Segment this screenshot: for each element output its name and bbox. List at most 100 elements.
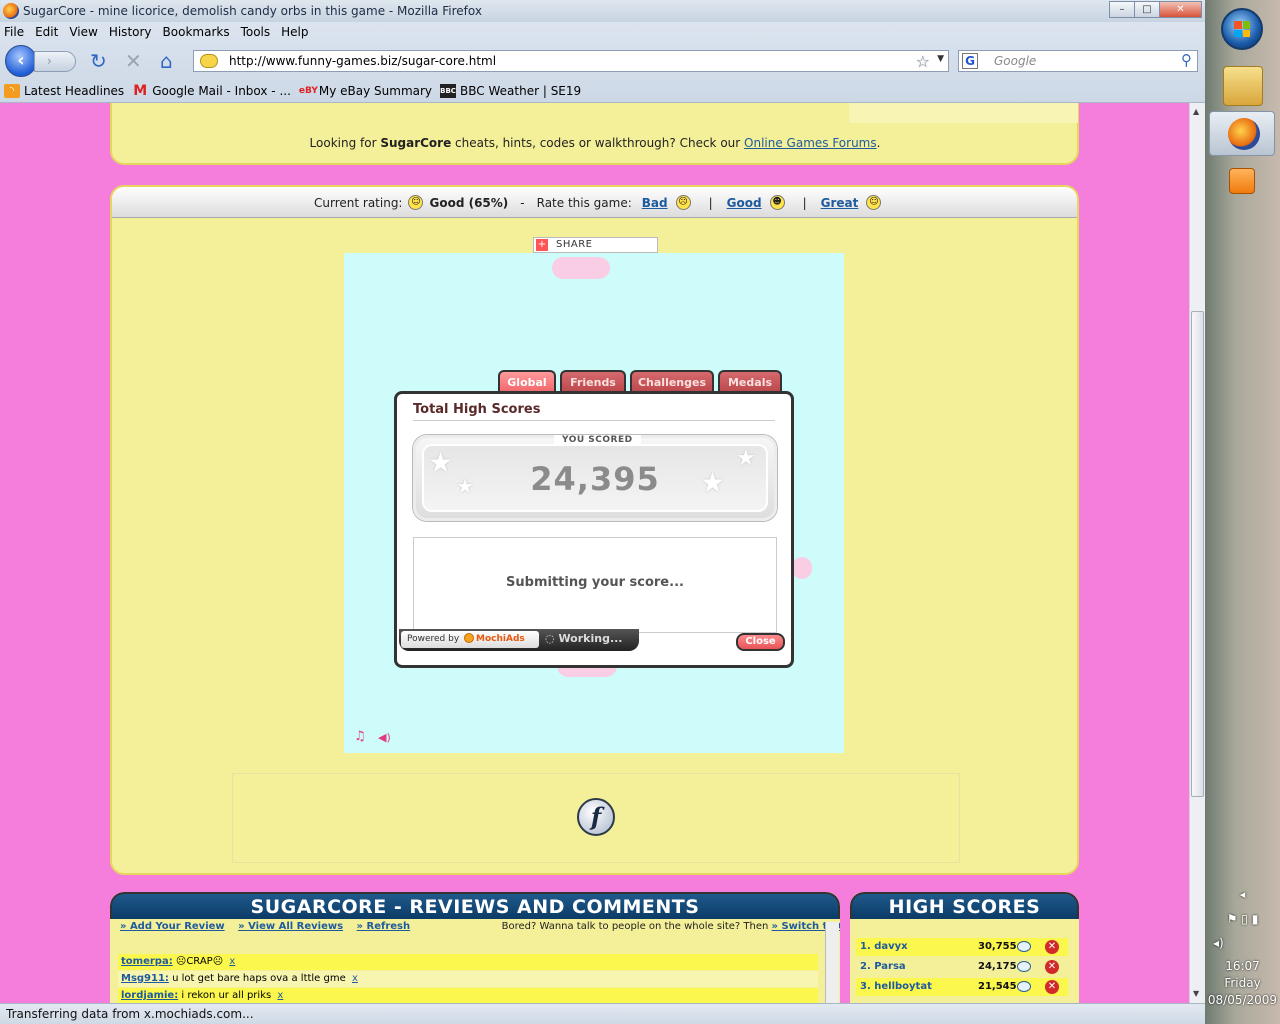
search-input[interactable]: Google [994, 54, 1036, 68]
powered-by-mochiads[interactable]: Powered by MochiAds [401, 631, 539, 648]
bookmark-bbc-weather[interactable]: BBC BBC Weather | SE19 [440, 84, 581, 98]
happy-face-icon[interactable]: ☺ [866, 195, 882, 210]
add-review-link[interactable]: » Add Your Review [120, 921, 225, 932]
player-score: 21,545 [978, 981, 1017, 992]
sad-face-icon[interactable]: ☹ [675, 195, 691, 210]
comment-delete-link[interactable]: x [277, 990, 283, 1001]
flash-player-icon[interactable]: f [577, 798, 615, 836]
back-button[interactable]: ‹ [5, 45, 37, 77]
explorer-taskbar-icon[interactable] [1223, 66, 1263, 106]
view-all-reviews-link[interactable]: » View All Reviews [238, 921, 343, 932]
search-icon[interactable]: ⚲ [1181, 51, 1192, 69]
player-name[interactable]: 1. davyx [860, 938, 908, 956]
google-engine-icon[interactable]: G [962, 53, 978, 69]
share-button[interactable]: + SHARE [533, 237, 658, 253]
delete-icon[interactable]: ✕ [1045, 960, 1059, 974]
clock-day[interactable]: Friday [1205, 976, 1280, 990]
start-button[interactable] [1221, 8, 1263, 50]
player-name[interactable]: 2. Parsa [860, 958, 906, 976]
working-label: Working... [558, 632, 623, 645]
minimize-button[interactable]: – [1109, 1, 1135, 18]
rate-bad-link[interactable]: Bad [642, 196, 668, 210]
media-player-taskbar-icon[interactable] [1229, 168, 1255, 194]
delete-icon[interactable]: ✕ [1045, 940, 1059, 954]
scroll-up-arrow-icon[interactable]: ▲ [1193, 107, 1199, 116]
comment-user[interactable]: lordjamie: [121, 990, 178, 1001]
bookmark-latest-headlines[interactable]: ◝ Latest Headlines [4, 84, 124, 98]
refresh-link[interactable]: » Refresh [357, 921, 411, 932]
menu-bookmarks[interactable]: Bookmarks [163, 22, 230, 42]
comment-delete-link[interactable]: x [352, 973, 358, 984]
forums-prefix: Looking for [309, 136, 381, 150]
comments-scrollbar[interactable] [825, 922, 839, 1003]
bookmark-ebay-summary[interactable]: eBY My eBay Summary [299, 84, 432, 98]
clock-date[interactable]: 08/05/2009 [1205, 993, 1280, 1007]
submit-status-box: Submitting your score... [413, 537, 777, 633]
view-icon[interactable] [1017, 981, 1031, 992]
scrollbar-thumb[interactable] [1191, 311, 1204, 797]
cool-face-icon[interactable]: ☻ [769, 195, 785, 210]
forums-suffix: . [876, 136, 881, 150]
gmail-icon: M [133, 83, 148, 99]
url-text[interactable]: http://www.funny-games.biz/sugar-core.ht… [229, 54, 496, 68]
bookmark-google-mail[interactable]: M Google Mail - Inbox - ... [132, 84, 291, 98]
page-scrollbar[interactable]: ▲ ▼ [1189, 103, 1205, 1003]
you-scored-label: YOU SCORED [554, 435, 641, 445]
menu-file[interactable]: File [4, 22, 24, 42]
volume-icon[interactable]: ◂) [1205, 936, 1280, 950]
bookmarks-toolbar: ◝ Latest Headlines M Google Mail - Inbox… [0, 80, 1205, 102]
comment-user[interactable]: tomerpa: [121, 956, 173, 967]
search-box[interactable]: G Google ⚲ [958, 50, 1198, 72]
cloud-decoration [552, 257, 610, 279]
comment-delete-link[interactable]: x [229, 956, 235, 967]
music-toggle-icon[interactable]: ♫ [354, 729, 366, 744]
menu-view[interactable]: View [69, 22, 97, 42]
ebay-icon: eBY [298, 86, 318, 96]
submitting-message: Submitting your score... [506, 575, 684, 590]
comment-row: lordjamie: i rekon ur all priks x [118, 988, 818, 1003]
bookmark-label: My eBay Summary [318, 84, 433, 98]
view-icon[interactable] [1017, 941, 1031, 952]
sound-toggle-icon[interactable]: ◀) [378, 731, 391, 744]
address-bar[interactable]: http://www.funny-games.biz/sugar-core.ht… [193, 50, 949, 72]
comment-user[interactable]: Msg911: [121, 973, 169, 984]
rate-good-link[interactable]: Good [727, 196, 762, 210]
reload-icon[interactable]: ↻ [90, 50, 107, 72]
highscore-widget: Global Friends Challenges Medals Total H… [394, 370, 794, 668]
divider [413, 420, 775, 421]
scroll-down-arrow-icon[interactable]: ▼ [1193, 989, 1199, 998]
close-widget-button[interactable]: Close [736, 633, 785, 651]
mochi-logo-icon [464, 633, 475, 643]
stop-icon[interactable]: ✕ [125, 50, 142, 72]
comment-text: u lot get bare haps ova a lttle gme [172, 973, 346, 984]
url-dropdown-icon[interactable]: ▼ [937, 54, 944, 64]
rate-great-link[interactable]: Great [821, 196, 859, 210]
online-games-forums-link[interactable]: Online Games Forums [744, 136, 877, 150]
menu-edit[interactable]: Edit [35, 22, 58, 42]
rate-this-game-label: Rate this game: [536, 195, 632, 210]
forward-button[interactable]: › [34, 51, 76, 72]
menu-history[interactable]: History [109, 22, 152, 42]
reviews-links: » Add Your Review » View All Reviews » R… [120, 921, 840, 932]
close-window-button[interactable]: ✕ [1159, 1, 1202, 18]
bookmark-label: Google Mail - Inbox - ... [152, 84, 291, 98]
menu-help[interactable]: Help [281, 22, 308, 42]
maximize-button[interactable]: □ [1134, 1, 1160, 18]
player-score: 30,755 [978, 941, 1017, 952]
delete-icon[interactable]: ✕ [1045, 980, 1059, 994]
home-icon[interactable]: ⌂ [160, 50, 173, 72]
window-controls: – □ ✕ [1109, 1, 1202, 18]
firefox-taskbar-button[interactable] [1209, 111, 1275, 156]
firefox-icon [3, 3, 19, 19]
tray-expand-icon[interactable]: ◂ [1205, 888, 1280, 901]
tray-icons[interactable]: ⚑ ▯ ▮ [1205, 912, 1280, 926]
high-score-row: 3. hellboytat 21,545 ✕ [856, 978, 1068, 996]
menu-tools[interactable]: Tools [241, 22, 271, 42]
clock-time[interactable]: 16:07 [1205, 959, 1280, 973]
game-canvas[interactable]: Global Friends Challenges Medals Total H… [344, 253, 844, 753]
bookmark-star-icon[interactable]: ☆ [916, 52, 930, 71]
view-icon[interactable] [1017, 961, 1031, 972]
high-score-row: 1. davyx 30,755 ✕ [856, 938, 1068, 956]
player-name[interactable]: 3. hellboytat [860, 978, 932, 996]
high-scores-panel: HIGH SCORES 1. davyx 30,755 ✕ 2. Parsa 2… [850, 892, 1079, 1003]
